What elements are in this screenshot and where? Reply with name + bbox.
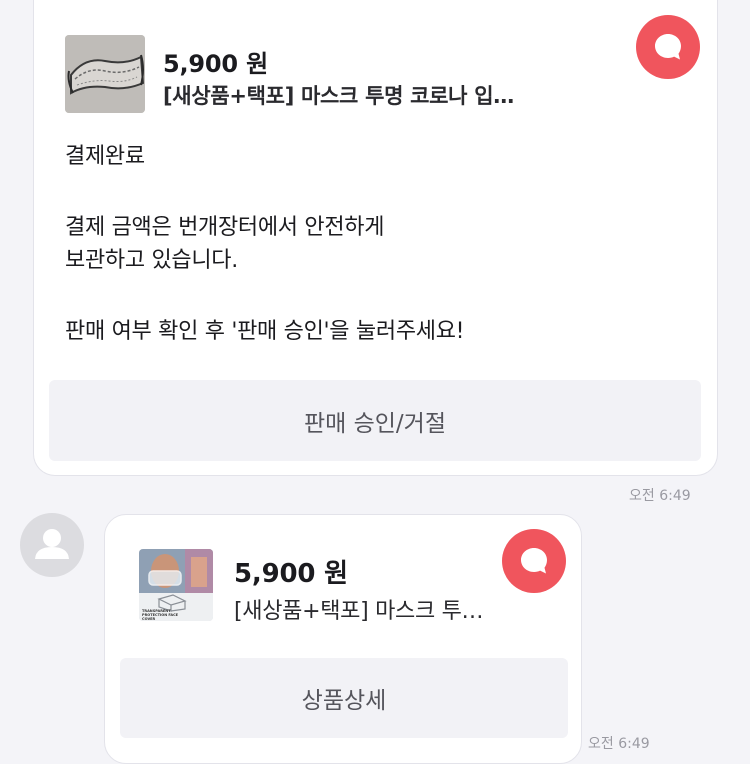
message-line: 결제 금액은 번개장터에서 안전하게 [65,215,385,240]
sale-approve-reject-button[interactable]: 판매 승인/거절 [49,380,701,461]
message-line: 결제완료 [65,144,145,169]
message-line: 보관하고 있습니다. [65,248,238,273]
product-name[interactable]: [새상품+택포] 마스크 투명 코로나 입… [163,80,514,110]
price-currency: 원 [324,559,348,589]
message-line: 판매 여부 확인 후 '판매 승인'을 눌러주세요! [65,319,465,344]
chat-bubble-icon [502,529,566,593]
message-timestamp: 오전 6:49 [588,736,650,752]
price-value: 5,900 [163,50,238,78]
chat-message-card-product: TRANSPARENT PROTECTION FACE COVER 5,900 … [104,514,582,764]
price-currency: 원 [246,50,268,78]
mask-product-image [65,35,145,113]
product-price: 5,900 원 [163,44,268,79]
default-user-icon[interactable] [20,513,84,577]
chat-bubble-icon [636,15,700,79]
thumbnail-caption: TRANSPARENT PROTECTION FACE COVER [142,609,179,621]
product-detail-button[interactable]: 상품상세 [120,658,568,738]
price-value: 5,900 [234,559,316,589]
product-name[interactable]: [새상품+택포] 마스크 투… [234,593,484,625]
product-thumbnail[interactable] [65,35,145,113]
product-thumbnail[interactable]: TRANSPARENT PROTECTION FACE COVER [139,549,213,621]
message-timestamp: 오전 6:49 [629,488,691,504]
chat-message-card-payment: 5,900 원 [새상품+택포] 마스크 투명 코로나 입… 결제완료 결제 금… [33,0,718,476]
product-price: 5,900 원 [234,553,348,590]
